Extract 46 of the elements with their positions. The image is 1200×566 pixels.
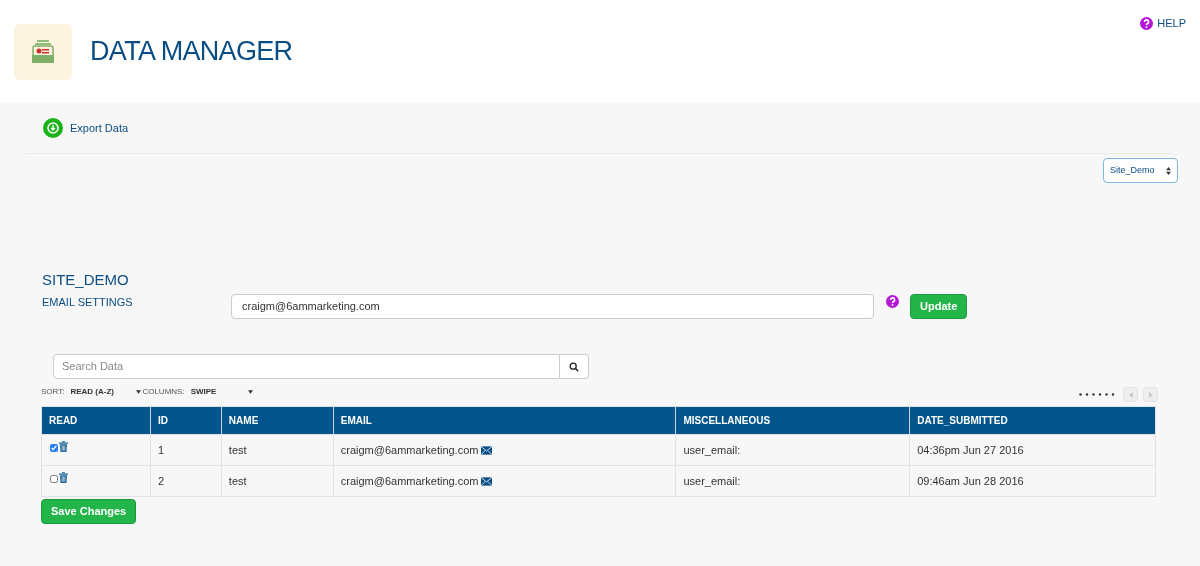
email-field[interactable]: craigm@6ammarketing.com [231,294,874,319]
table-cell-text: 2 [157,473,165,489]
search-button[interactable] [560,354,589,379]
column-header: ID [150,407,222,434]
table-cell-text: test [228,442,247,458]
read-checkbox[interactable] [50,475,58,483]
trash-icon[interactable] [59,472,68,483]
search-field[interactable]: Search Data [53,354,560,379]
sort-label: SORT: [41,386,65,398]
email-settings-label: EMAIL SETTINGS [42,295,134,310]
right-arrow-icon [1148,391,1153,398]
table-cell-text: craigm@6ammarketing.com [340,442,479,458]
table-cell-text: user_email: [683,473,741,489]
left-arrow-icon [1128,391,1133,398]
column-header: NAME [221,407,334,434]
table-cell-text: 1 [157,442,165,458]
page-title: DATA MANAGER [90,35,293,69]
table-cell-text: craigm@6ammarketing.com [340,473,479,489]
column-header: READ [42,407,151,434]
sort-select[interactable]: READ (A-Z) [70,386,137,398]
stepper-icon [1166,166,1171,175]
site-heading: SITE_DEMO [42,271,130,289]
columns-select[interactable]: SWIPE [190,386,248,398]
help-link[interactable]: HELP [1157,15,1186,32]
trash-icon[interactable] [59,441,68,452]
read-checkbox[interactable] [50,444,58,452]
caret-icon [136,390,142,394]
table-cell-text: 09:46am Jun 28 2016 [917,473,1024,489]
download-icon[interactable] [43,118,63,138]
columns-label: COLUMNS: [142,386,185,398]
column-header: EMAIL [333,407,677,434]
mail-icon[interactable] [481,476,493,486]
pager-dots-icon [1079,393,1115,396]
column-header: DATE_SUBMITTED [916,414,1009,428]
app-logo [14,23,72,80]
site-select[interactable]: Site_Demo [1103,158,1178,183]
search-icon [569,361,579,372]
table-cell-text: user_email: [683,442,741,458]
table-cell-text: 04:36pm Jun 27 2016 [917,442,1024,458]
caret-icon [247,390,253,394]
table-cell-text: test [228,473,247,489]
help-icon[interactable] [886,295,899,308]
mail-icon[interactable] [481,445,493,455]
help-icon[interactable] [1140,16,1154,30]
export-data-link[interactable]: Export Data [70,119,129,137]
column-header: MISCELLANEOUS [676,407,911,434]
